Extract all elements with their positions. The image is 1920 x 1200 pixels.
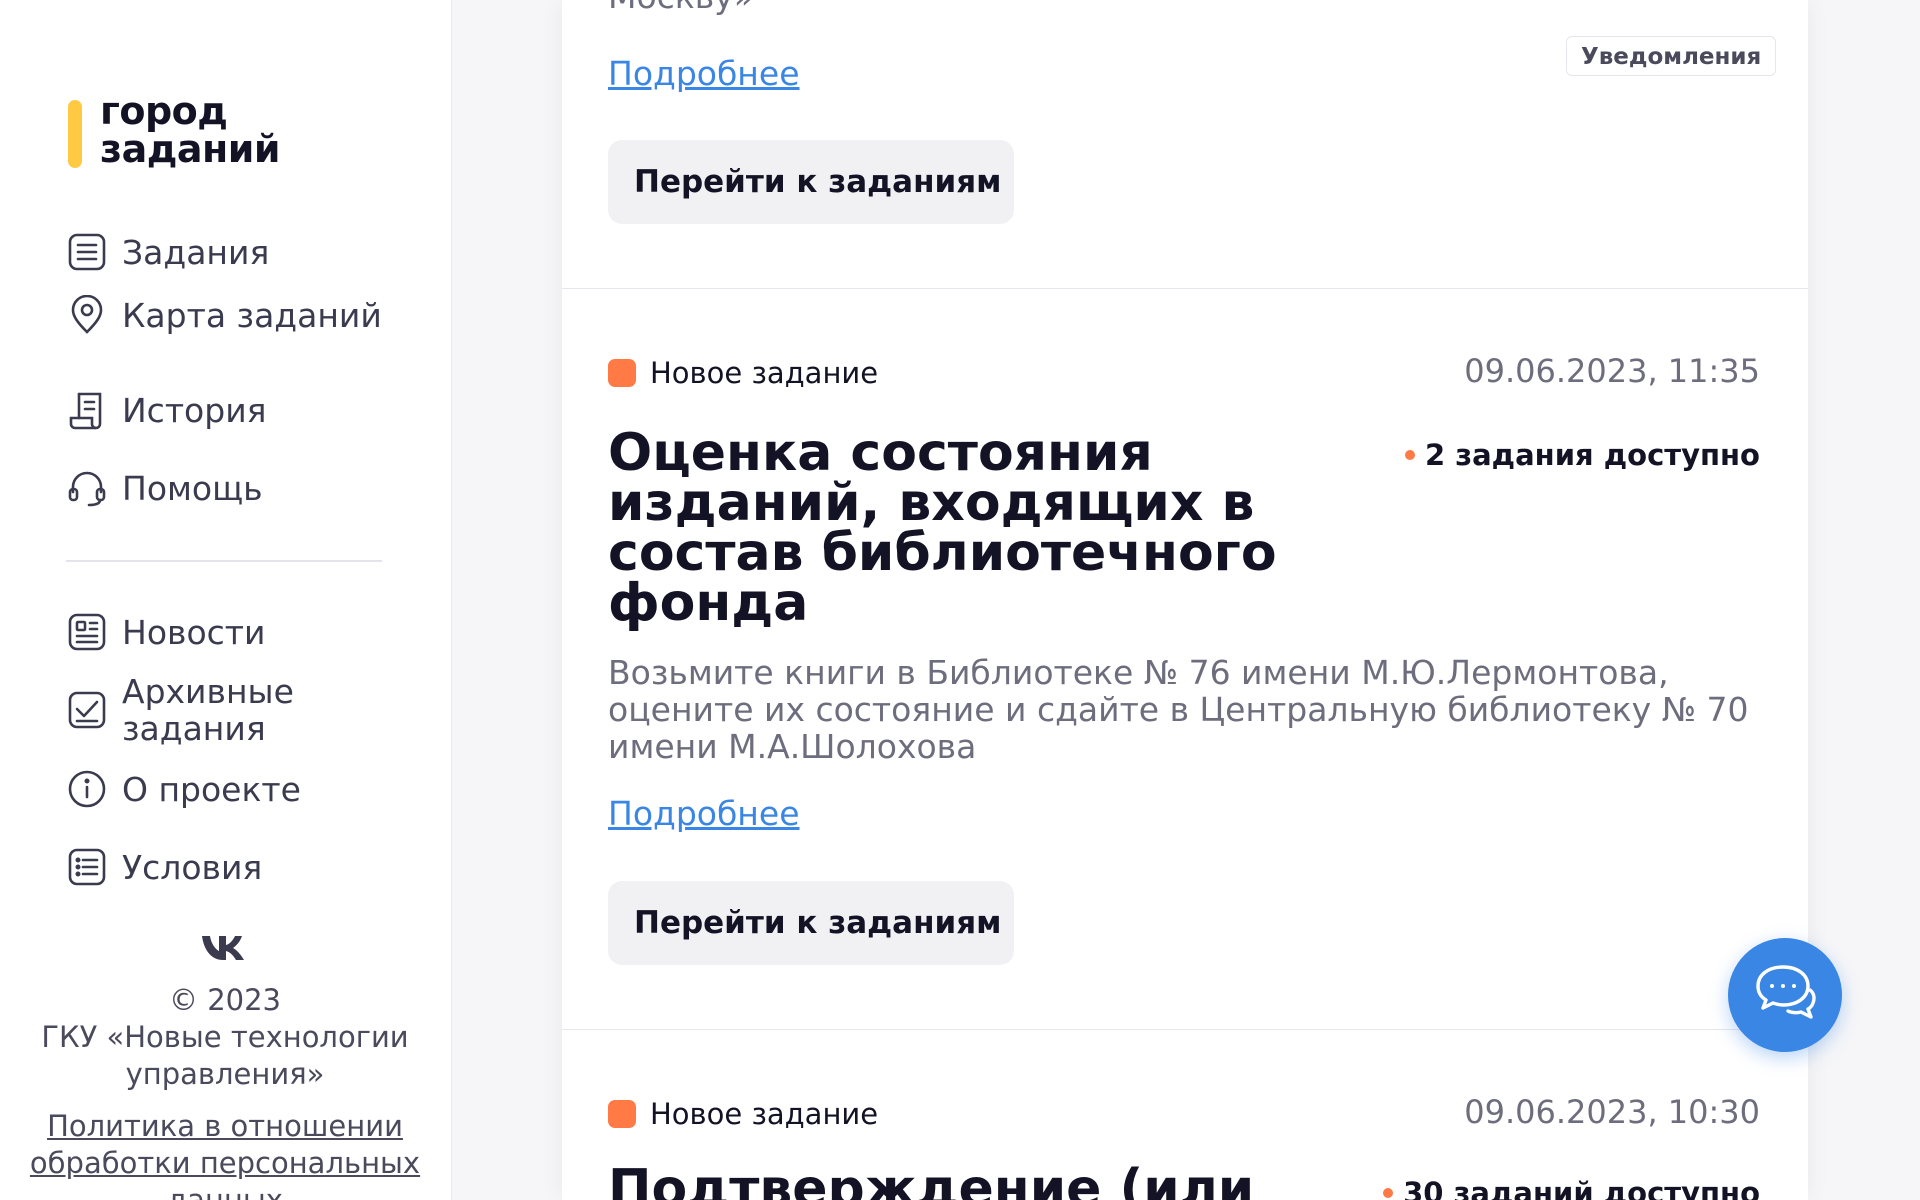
vk-icon[interactable] [200, 934, 248, 962]
sidebar-item-archive[interactable]: Архивные задания [66, 673, 402, 747]
available-tasks-count: 2 задания доступно [1404, 438, 1760, 472]
terms-list-icon [66, 846, 108, 888]
card-title: Подтверждение (или [608, 1159, 1255, 1200]
sidebar-item-label: Условия [122, 847, 263, 887]
new-task-tag: Новое задание [608, 356, 878, 390]
sidebar-item-label: О проекте [122, 769, 301, 809]
news-icon [66, 611, 108, 653]
copyright: © 2023 ГКУ «Новые технологии управления» [41, 983, 409, 1091]
logo-line-2: заданий [100, 127, 281, 171]
map-pin-icon [66, 294, 108, 336]
sidebar-item-help[interactable]: Помощь [66, 467, 263, 509]
sidebar-item-label: Архивные задания [122, 672, 294, 748]
sidebar-item-label: История [122, 390, 267, 430]
new-task-marker-icon [608, 1100, 636, 1128]
available-tasks-count: 30 заданий доступно [1383, 1176, 1760, 1200]
sidebar-item-history[interactable]: История [66, 389, 267, 431]
logo-line-1: город [100, 89, 228, 133]
archive-check-icon [66, 689, 108, 731]
chat-support-button[interactable] [1728, 938, 1842, 1052]
card-date: 09.06.2023, 10:30 [1464, 1093, 1760, 1131]
status-dot-icon [1404, 450, 1415, 460]
sidebar-item-about[interactable]: О проекте [66, 768, 301, 810]
tag-label: Новое задание [650, 356, 879, 390]
new-task-marker-icon [608, 359, 636, 387]
logo-text: город заданий [100, 89, 281, 171]
notifications-badge: Уведомления [1566, 36, 1777, 76]
available-label: 30 заданий доступно [1403, 1176, 1760, 1200]
logo-accent-bar [68, 100, 82, 168]
sidebar-item-tasks[interactable]: Задания [66, 231, 269, 273]
headset-icon [66, 467, 108, 509]
chat-bubbles-icon [1753, 963, 1817, 1027]
tag-label: Новое задание [650, 1097, 879, 1131]
card-description: Возьмите книги в Библиотеке № 76 имени М… [608, 653, 1749, 766]
sidebar-item-label: Новости [122, 612, 266, 652]
sidebar-item-map[interactable]: Карта заданий [66, 294, 382, 336]
privacy-policy-link[interactable]: Политика в отношении обработки персональ… [20, 1108, 430, 1200]
sidebar-divider [66, 560, 382, 562]
go-to-tasks-button[interactable]: Перейти к заданиям [608, 140, 1014, 224]
history-icon [66, 389, 108, 431]
card-title: Оценка состояния изданий, входящих в сос… [608, 423, 1277, 633]
go-to-tasks-button[interactable]: Перейти к заданиям [608, 881, 1014, 965]
logo[interactable]: город заданий [68, 89, 281, 171]
more-link[interactable]: Подробнее [608, 54, 800, 94]
new-task-tag: Новое задание [608, 1097, 878, 1131]
status-dot-icon [1383, 1188, 1394, 1198]
card-text-truncated: Москву» [608, 0, 754, 15]
sidebar-item-label: Задания [122, 232, 270, 272]
sidebar: город заданий Задания Карта заданий Исто… [0, 0, 452, 1200]
tasks-list-icon [66, 231, 108, 273]
sidebar-item-terms[interactable]: Условия [66, 846, 262, 888]
notifications-feed: Москву» Уведомления Подробнее Перейти к … [562, 0, 1808, 1200]
info-icon [66, 768, 108, 810]
sidebar-item-news[interactable]: Новости [66, 611, 265, 653]
sidebar-item-label: Помощь [122, 468, 263, 508]
sidebar-item-label: Карта заданий [122, 295, 382, 335]
card-divider [562, 1029, 1808, 1030]
more-link[interactable]: Подробнее [608, 794, 800, 834]
card-date: 09.06.2023, 11:35 [1464, 352, 1760, 390]
card-divider [562, 288, 1808, 289]
available-label: 2 задания доступно [1424, 438, 1760, 472]
